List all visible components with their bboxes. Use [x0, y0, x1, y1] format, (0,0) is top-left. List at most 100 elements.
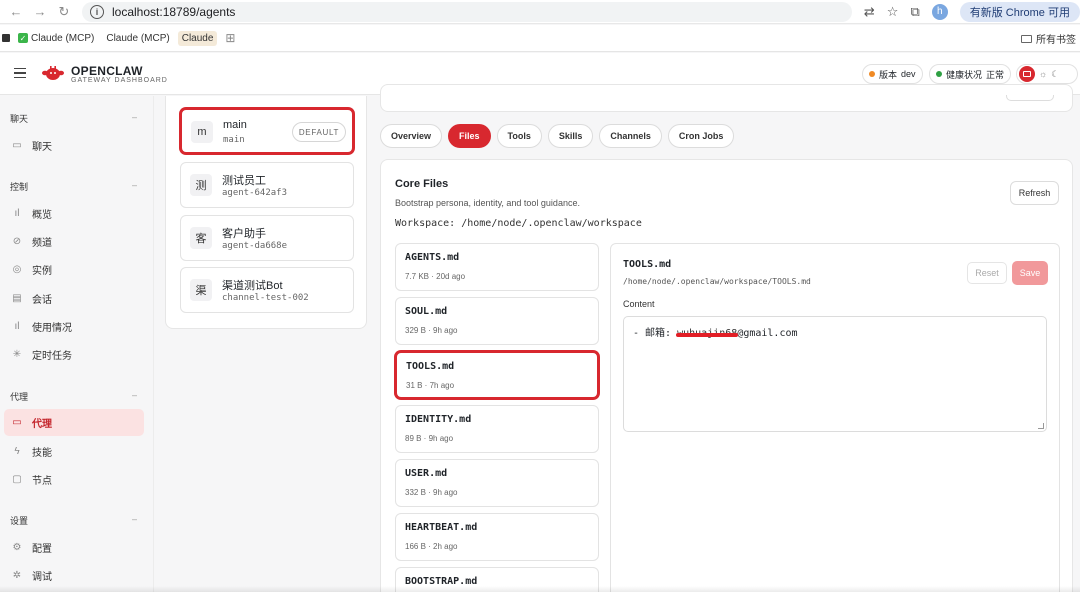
agent-avatar: 渠	[190, 279, 212, 301]
lightning-icon: ϟ	[14, 446, 20, 457]
back-icon[interactable]: ←	[4, 4, 28, 20]
check-icon: ✓	[18, 33, 28, 43]
file-item-heartbeat[interactable]: HEARTBEAT.md 166 B · 2h ago	[395, 513, 599, 561]
tab-files[interactable]: Files	[448, 124, 491, 148]
editor-file-path: /home/node/.openclaw/workspace/TOOLS.md	[623, 277, 811, 286]
grid-icon[interactable]: ⊞	[221, 29, 239, 47]
star-icon[interactable]: ☆	[887, 4, 899, 20]
moon-icon[interactable]: ☾	[1051, 69, 1059, 80]
all-bookmarks[interactable]: 所有书签	[1021, 31, 1076, 46]
sidebar-item-skills[interactable]: ϟ 技能	[4, 438, 144, 465]
chrome-update-button[interactable]: 有新版 Chrome 可用	[959, 1, 1080, 22]
sidebar-section-chat[interactable]: 聊天 –	[10, 112, 137, 125]
collapse-icon[interactable]: –	[132, 112, 137, 122]
sidebar-item-config[interactable]: ⚙ 配置	[4, 534, 144, 561]
file-item-soul[interactable]: SOUL.md 329 B · 9h ago	[395, 297, 599, 345]
sidebar-item-instances[interactable]: ◎ 实例	[4, 256, 144, 283]
tab-tools[interactable]: Tools	[496, 124, 542, 148]
sidebar-item-usage[interactable]: ıl 使用情况	[4, 313, 144, 340]
file-item-user[interactable]: USER.md 332 B · 9h ago	[395, 459, 599, 507]
address-bar[interactable]: i localhost:18789/agents	[82, 1, 852, 22]
browser-actions: ⇄ ☆ ⧉ h 有新版 Chrome 可用	[864, 1, 1080, 22]
default-badge: DEFAULT	[292, 122, 346, 142]
core-files-title: Core Files	[395, 178, 449, 190]
file-meta: 31 B · 7h ago	[406, 381, 455, 390]
sidebar-item-channels[interactable]: ⊘ 频道	[4, 228, 144, 255]
reset-button[interactable]: Reset	[967, 262, 1007, 284]
folder-icon	[1021, 34, 1032, 43]
agent-id: agent-642af3	[222, 188, 288, 198]
monitor-theme-icon[interactable]	[1019, 66, 1035, 82]
gear-icon: ⚙	[12, 542, 22, 553]
sun-icon[interactable]: ☼	[1039, 69, 1047, 79]
agent-card-main[interactable]: m main main DEFAULT	[180, 108, 354, 154]
sidebar-item-sessions[interactable]: ▤ 会话	[4, 285, 144, 312]
forward-icon[interactable]: →	[28, 4, 52, 20]
file-name: IDENTITY.md	[405, 414, 472, 425]
agent-id: channel-test-002	[222, 293, 309, 303]
agent-name: 客户助手	[222, 228, 266, 240]
file-name: HEARTBEAT.md	[405, 522, 478, 533]
sidebar-item-chat[interactable]: ▭ 聊天	[4, 132, 144, 159]
openclaw-logo-icon	[42, 66, 64, 80]
collapse-icon[interactable]: –	[132, 180, 137, 190]
file-name: SOUL.md	[405, 306, 448, 317]
site-info-icon[interactable]: i	[90, 4, 104, 19]
agent-card[interactable]: 客 客户助手 agent-da668e	[180, 215, 354, 261]
bookmark-claude-mcp-1[interactable]: ✓ Claude (MCP)	[14, 31, 98, 46]
sidebar-item-agents[interactable]: ▭ 代理	[4, 409, 144, 436]
core-files-subtitle: Bootstrap persona, identity, and tool gu…	[395, 198, 580, 208]
tab-overview[interactable]: Overview	[380, 124, 443, 148]
sidebar-section-control[interactable]: 控制 –	[10, 180, 137, 193]
url-text: localhost:18789/agents	[112, 4, 236, 19]
sidebar-section-settings[interactable]: 设置 –	[10, 514, 137, 527]
radio-icon: ◎	[12, 264, 22, 275]
sidebar-section-agents[interactable]: 代理 –	[10, 390, 137, 403]
bookmarks-bar: ✓ Claude (MCP) Claude (MCP) Claude ⊞ 所有书签	[0, 25, 1080, 52]
apps-icon[interactable]	[2, 34, 10, 42]
sidebar-item-overview[interactable]: ıl 概览	[4, 200, 144, 227]
reload-icon[interactable]: ↻	[52, 4, 76, 20]
brand-name: OPENCLAW	[71, 64, 143, 78]
collapse-icon[interactable]: –	[132, 390, 137, 400]
sidebar-item-debug[interactable]: ✲ 调试	[4, 562, 144, 589]
tab-channels[interactable]: Channels	[599, 124, 662, 148]
bookmark-claude[interactable]: Claude	[177, 30, 218, 46]
translate-icon[interactable]: ⇄	[864, 4, 875, 20]
save-button[interactable]: Save	[1012, 261, 1048, 285]
agent-overview-card	[380, 84, 1073, 112]
agent-id: main	[223, 135, 245, 145]
sidebar: 聊天 – ▭ 聊天 控制 – ıl 概览 ⊘ 频道 ◎ 实例 ▤ 会话 ıl 使用情况 ✳ 定时任…	[0, 96, 154, 592]
resize-handle-icon[interactable]	[1038, 423, 1044, 429]
agent-tabs: Overview Files Tools Skills Channels Cro…	[380, 124, 735, 148]
file-item-agents[interactable]: AGENTS.md 7.7 KB · 20d ago	[395, 243, 599, 291]
card-button-stub[interactable]	[1006, 95, 1054, 101]
menu-icon[interactable]	[14, 68, 26, 78]
content-suffix: @gmail.com	[737, 328, 798, 339]
collapse-icon[interactable]: –	[132, 514, 137, 524]
agent-card[interactable]: 渠 渠道测试Bot channel-test-002	[180, 267, 354, 313]
health-pill: 健康状况 正常	[929, 64, 1012, 84]
tab-cron-jobs[interactable]: Cron Jobs	[667, 124, 735, 148]
file-item-identity[interactable]: IDENTITY.md 89 B · 9h ago	[395, 405, 599, 453]
sidebar-item-nodes[interactable]: ▢ 节点	[4, 466, 144, 493]
agent-name: 渠道测试Bot	[222, 280, 283, 292]
redacted-text: wuhuajin68	[677, 328, 738, 339]
brand-subtitle: GATEWAY DASHBOARD	[71, 77, 168, 84]
agent-card[interactable]: 测 测试员工 agent-642af3	[180, 162, 354, 208]
bar-chart-icon: ıl	[14, 208, 20, 219]
bar-chart-icon: ıl	[14, 321, 20, 332]
file-meta: 329 B · 9h ago	[405, 326, 458, 335]
agent-name: 测试员工	[222, 175, 266, 187]
refresh-button[interactable]: Refresh	[1010, 181, 1059, 205]
tab-skills[interactable]: Skills	[547, 124, 594, 148]
agent-avatar: m	[191, 121, 213, 143]
extensions-icon[interactable]: ⧉	[910, 4, 919, 20]
bookmark-claude-mcp-2[interactable]: Claude (MCP)	[102, 31, 173, 46]
sidebar-item-cron[interactable]: ✳ 定时任务	[4, 341, 144, 368]
content-textarea[interactable]: - 邮箱: wuhuajin68@gmail.com	[623, 316, 1047, 432]
file-item-tools[interactable]: TOOLS.md 31 B · 7h ago	[395, 351, 599, 399]
profile-avatar[interactable]: h	[931, 3, 948, 20]
loader-icon: ✳	[12, 349, 22, 360]
file-meta: 332 B · 9h ago	[405, 488, 458, 497]
